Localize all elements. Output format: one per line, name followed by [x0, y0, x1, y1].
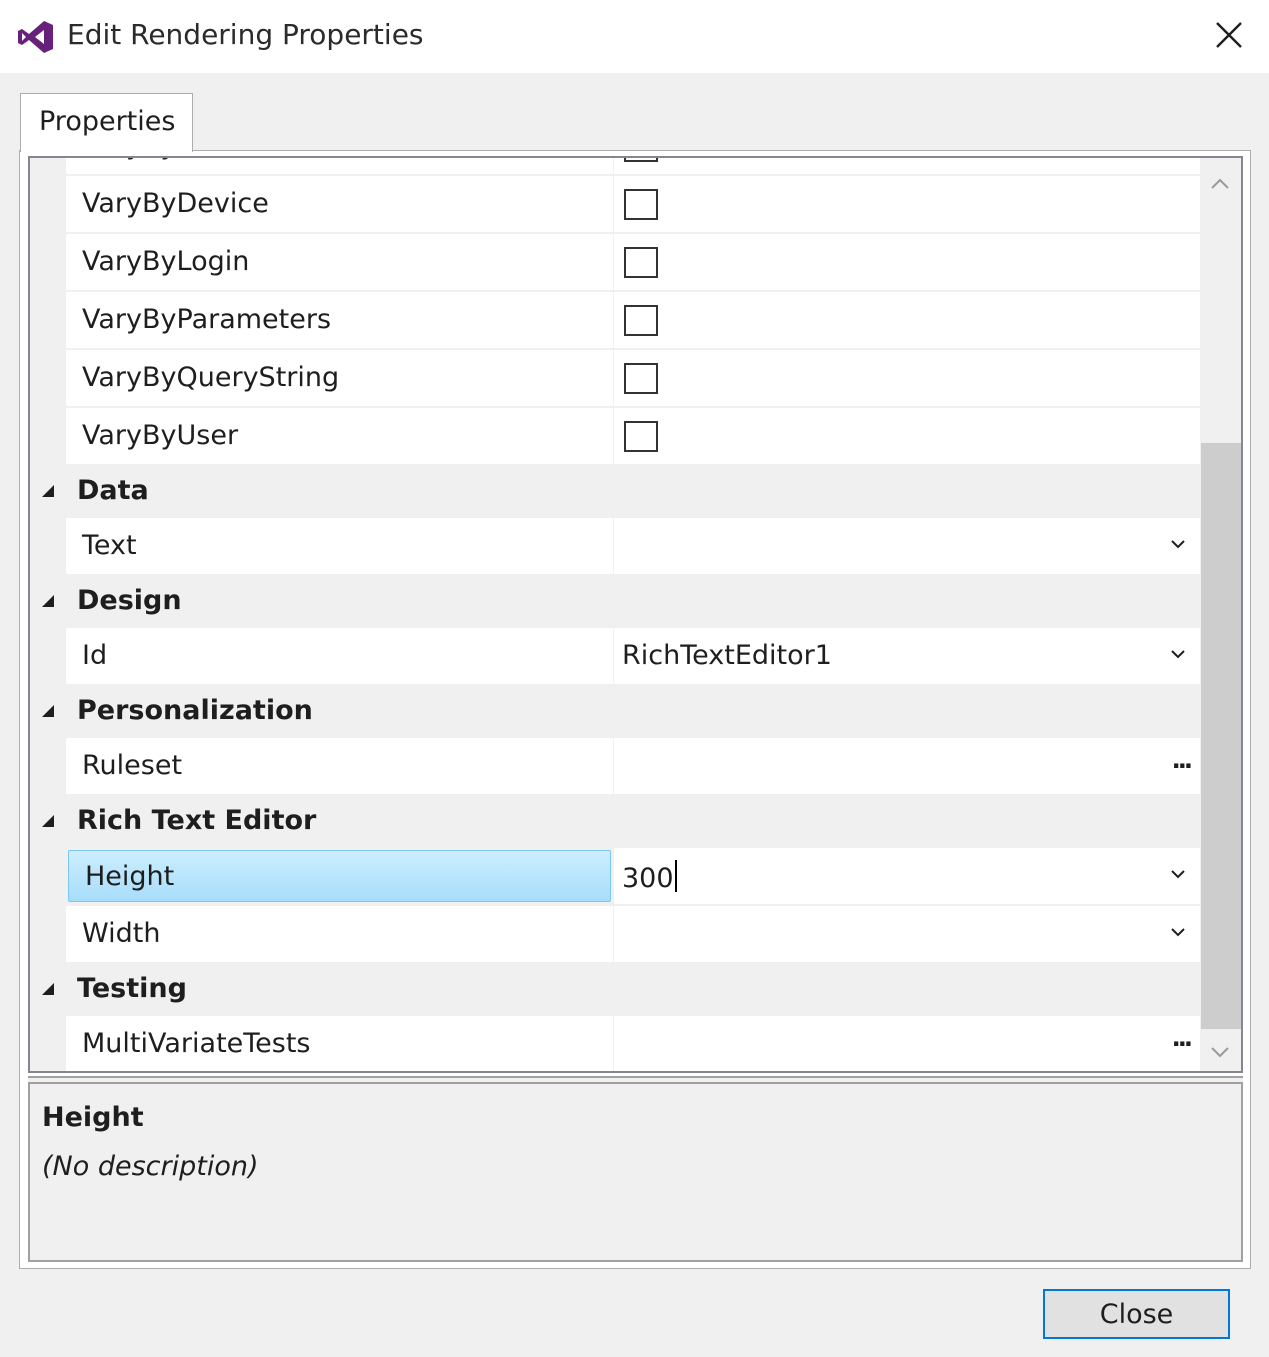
category-label: Testing: [77, 973, 187, 1004]
scrollbar-thumb[interactable]: [1201, 443, 1241, 1029]
property-value[interactable]: ...: [614, 738, 1200, 794]
properties-panel: VaryByData VaryByDevice VaryByLogin: [19, 150, 1251, 1269]
ellipsis-button[interactable]: ...: [1172, 746, 1193, 774]
checkbox-varybyquerystring[interactable]: [624, 363, 658, 394]
category-label: Personalization: [77, 695, 313, 726]
property-row-width[interactable]: Width: [30, 906, 1200, 964]
vertical-scrollbar[interactable]: [1200, 158, 1241, 1071]
property-value: [614, 350, 1200, 406]
property-value[interactable]: [614, 906, 1200, 962]
property-name: VaryByData: [66, 158, 613, 174]
property-name: Width: [66, 906, 613, 962]
property-value[interactable]: [614, 518, 1200, 574]
close-icon[interactable]: [1212, 18, 1246, 52]
collapse-triangle-icon[interactable]: [40, 593, 56, 609]
property-value-text: RichTextEditor1: [622, 640, 832, 671]
scroll-down-arrow-icon[interactable]: [1208, 1040, 1232, 1064]
checkbox-varybydata[interactable]: [624, 158, 658, 162]
property-row-varybyuser[interactable]: VaryByUser: [30, 408, 1200, 466]
property-row-multivariatetests[interactable]: MultiVariateTests ...: [30, 1016, 1200, 1071]
chevron-down-icon[interactable]: [1168, 864, 1188, 884]
close-button[interactable]: Close: [1043, 1289, 1230, 1339]
property-name: VaryByLogin: [66, 234, 613, 290]
category-testing[interactable]: Testing: [30, 964, 1200, 1016]
property-name: Ruleset: [66, 738, 613, 794]
property-row-varybylogin[interactable]: VaryByLogin: [30, 234, 1200, 292]
property-name: MultiVariateTests: [66, 1016, 613, 1071]
property-row-height[interactable]: Height 300: [30, 848, 1200, 906]
property-value[interactable]: ...: [614, 1016, 1200, 1071]
property-row-id[interactable]: Id RichTextEditor1: [30, 628, 1200, 686]
text-caret: [674, 860, 677, 892]
category-design[interactable]: Design: [30, 576, 1200, 628]
property-name: Height: [68, 850, 611, 902]
collapse-triangle-icon[interactable]: [40, 483, 56, 499]
property-name: Text: [66, 518, 613, 574]
property-name: Id: [66, 628, 613, 684]
property-value: [614, 408, 1200, 464]
property-row-text[interactable]: Text: [30, 518, 1200, 576]
chevron-down-icon[interactable]: [1168, 534, 1188, 554]
property-value-editor[interactable]: 300: [614, 848, 1200, 904]
property-name: VaryByDevice: [66, 176, 613, 232]
tab-properties[interactable]: Properties: [20, 93, 193, 152]
ellipsis-button[interactable]: ...: [1172, 1024, 1193, 1052]
checkbox-varybyparameters[interactable]: [624, 305, 658, 336]
chevron-down-icon[interactable]: [1168, 922, 1188, 942]
title-bar: Edit Rendering Properties: [0, 0, 1269, 73]
property-value: [614, 292, 1200, 348]
splitter[interactable]: [28, 1076, 1243, 1084]
property-value: [614, 158, 1200, 174]
category-data[interactable]: Data: [30, 466, 1200, 518]
category-personalization[interactable]: Personalization: [30, 686, 1200, 738]
property-grid: VaryByData VaryByDevice VaryByLogin: [28, 156, 1243, 1073]
property-row-varybyparameters[interactable]: VaryByParameters: [30, 292, 1200, 350]
visual-studio-logo-icon: [18, 21, 53, 53]
description-title: Height: [42, 1102, 144, 1133]
collapse-triangle-icon[interactable]: [40, 703, 56, 719]
category-label: Data: [77, 475, 149, 506]
property-row-varybydata[interactable]: VaryByData: [30, 158, 1200, 176]
property-row-varybydevice[interactable]: VaryByDevice: [30, 176, 1200, 234]
property-value-text[interactable]: 300: [622, 863, 674, 894]
tab-label: Properties: [39, 106, 176, 137]
window-title: Edit Rendering Properties: [67, 18, 424, 51]
description-pane: Height (No description): [28, 1084, 1243, 1262]
checkbox-varybylogin[interactable]: [624, 247, 658, 278]
property-row-ruleset[interactable]: Ruleset ...: [30, 738, 1200, 796]
property-value: [614, 234, 1200, 290]
property-value[interactable]: RichTextEditor1: [614, 628, 1200, 684]
category-label: Rich Text Editor: [77, 805, 317, 836]
category-label: Design: [77, 585, 182, 616]
property-name: VaryByQueryString: [66, 350, 613, 406]
property-grid-rows: VaryByData VaryByDevice VaryByLogin: [30, 158, 1200, 1071]
collapse-triangle-icon[interactable]: [40, 813, 56, 829]
chevron-down-icon[interactable]: [1168, 644, 1188, 664]
description-text: (No description): [42, 1151, 259, 1182]
category-rich-text-editor[interactable]: Rich Text Editor: [30, 796, 1200, 848]
property-name: VaryByUser: [66, 408, 613, 464]
checkbox-varybyuser[interactable]: [624, 421, 658, 452]
property-row-varybyquerystring[interactable]: VaryByQueryString: [30, 350, 1200, 408]
property-value: [614, 176, 1200, 232]
scroll-up-arrow-icon[interactable]: [1208, 172, 1232, 196]
property-name: VaryByParameters: [66, 292, 613, 348]
collapse-triangle-icon[interactable]: [40, 981, 56, 997]
checkbox-varybydevice[interactable]: [624, 189, 658, 220]
